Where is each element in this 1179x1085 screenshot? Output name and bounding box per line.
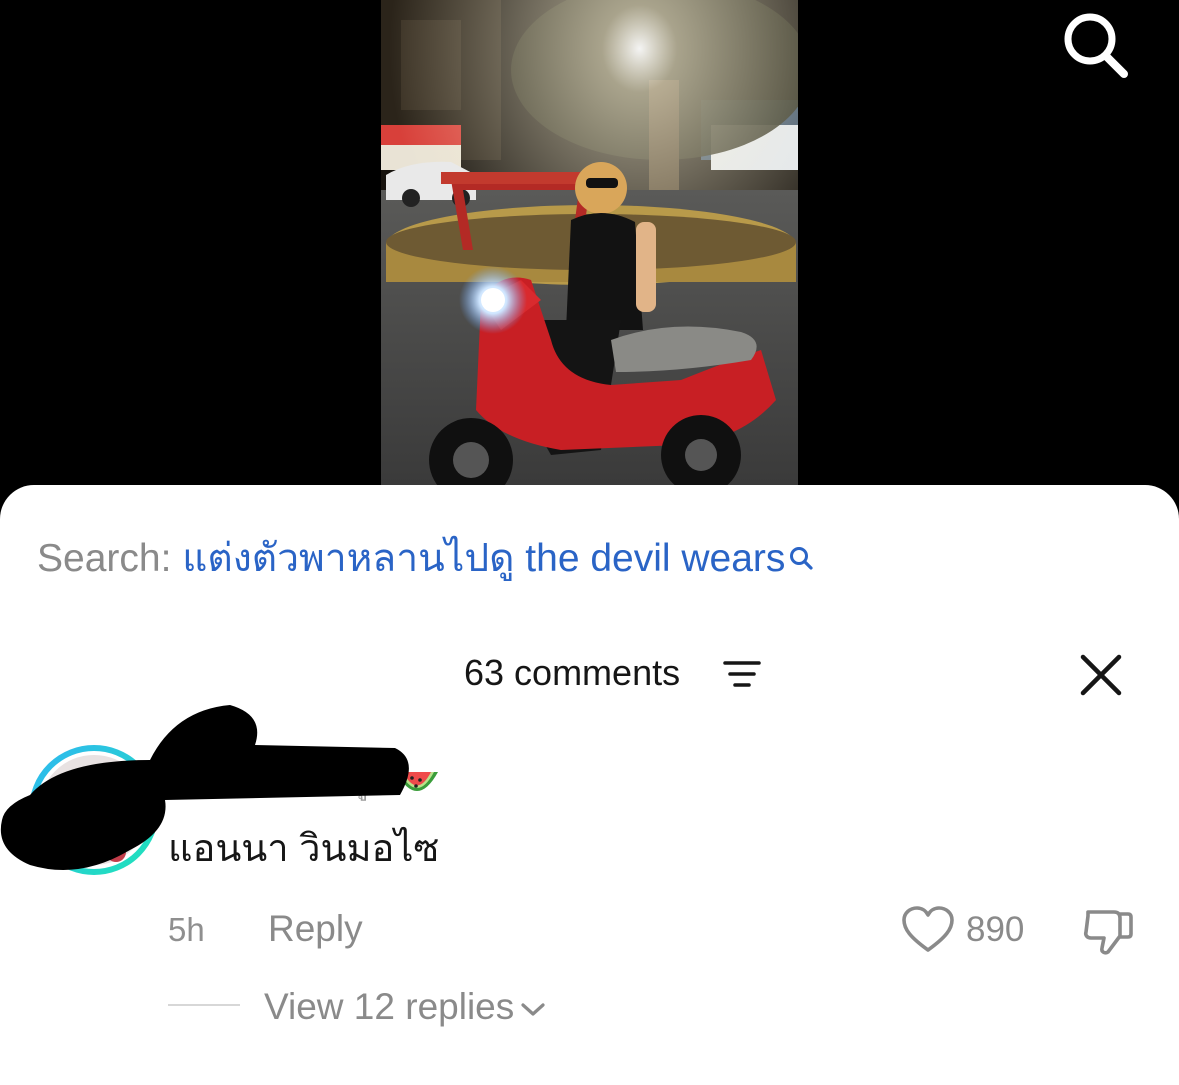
comment-timestamp: 5h xyxy=(168,911,205,948)
close-icon[interactable] xyxy=(1076,650,1126,700)
search-suggestion-prefix: Search: xyxy=(37,537,183,580)
comments-count-title: 63 comments xyxy=(464,652,681,693)
search-suggestion-link[interactable]: Search: แต่งตัวพาหลานไปดู the devil wear… xyxy=(37,533,815,585)
heart-icon[interactable] xyxy=(900,905,956,955)
like-count: 890 xyxy=(966,910,1025,949)
reply-button[interactable]: Reply xyxy=(268,905,363,953)
thumbs-down-icon[interactable] xyxy=(1080,904,1136,958)
comment-text: แอนนา วินมอไซ xyxy=(168,828,440,870)
video-player[interactable] xyxy=(0,0,1179,520)
view-replies-label: View 12 replies xyxy=(264,986,515,1027)
replies-divider xyxy=(168,1004,240,1006)
view-replies-button[interactable]: View 12 replies xyxy=(264,983,546,1031)
filter-icon[interactable] xyxy=(722,657,762,691)
search-suggestion-query[interactable]: แต่งตัวพาหลานไปดู the devil wears xyxy=(182,537,785,580)
search-icon xyxy=(787,535,815,587)
chevron-down-icon xyxy=(520,983,546,1031)
video-thumbnail[interactable] xyxy=(381,0,798,486)
search-icon[interactable] xyxy=(1058,8,1132,82)
video-scene-image xyxy=(381,0,798,486)
